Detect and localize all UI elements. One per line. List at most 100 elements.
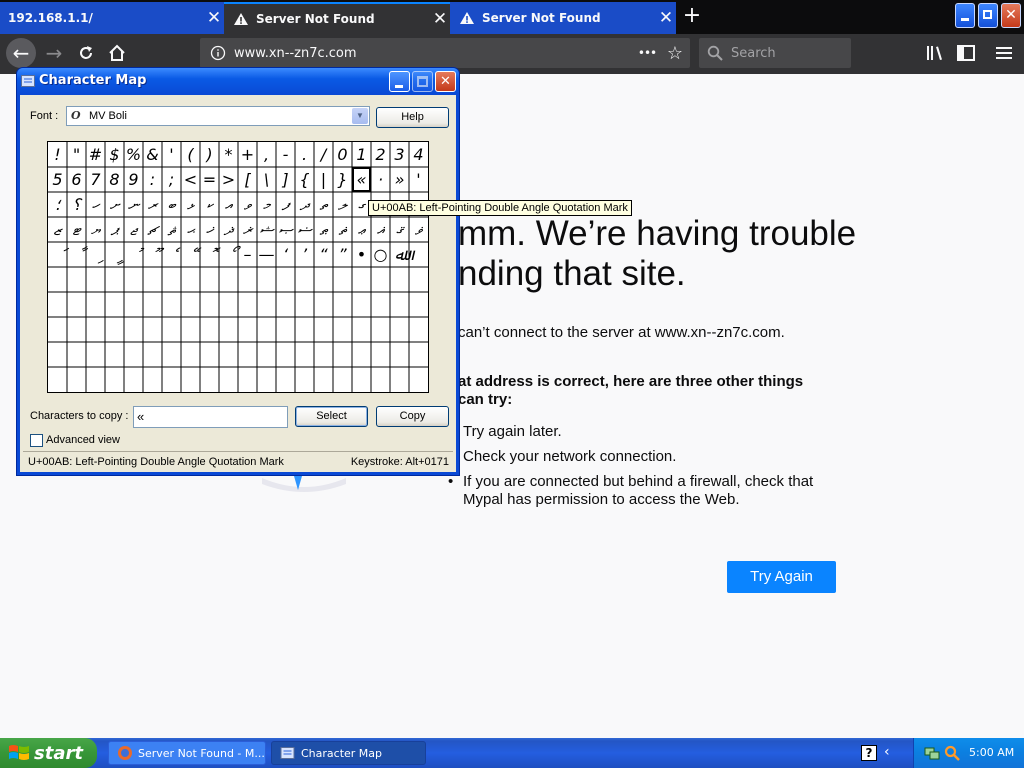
menu-button[interactable]: [990, 39, 1018, 67]
tab-router[interactable]: 192.168.1.1/ ✕: [0, 2, 224, 34]
character-cell[interactable]: ާ: [82, 246, 89, 252]
character-cell[interactable]: ޚ: [206, 220, 215, 239]
character-cell[interactable]: ޝ: [259, 220, 275, 239]
character-cell[interactable]: •: [357, 245, 366, 264]
character-cell[interactable]: ޒ: [53, 220, 63, 239]
character-cell[interactable]: 7: [90, 170, 101, 189]
character-cell[interactable]: ރ: [148, 195, 159, 214]
character-cell[interactable]: ޢ: [358, 220, 367, 239]
character-cell[interactable]: ވ: [244, 195, 253, 214]
character-cell[interactable]: ޓ: [72, 220, 82, 239]
character-cell[interactable]: ]: [281, 170, 288, 189]
url-bar[interactable]: www.xn--zn7c.com ••• ☆: [200, 38, 690, 68]
character-cell[interactable]: ނ: [128, 195, 141, 214]
chevron-down-icon[interactable]: ▼: [352, 108, 368, 124]
character-cell[interactable]: ޟ: [297, 220, 313, 239]
character-cell[interactable]: 0: [337, 145, 347, 164]
character-cell[interactable]: «: [357, 170, 367, 189]
character-cell[interactable]: ޥ: [415, 220, 424, 239]
restore-window-button[interactable]: [978, 3, 998, 28]
character-cell[interactable]: ,: [264, 145, 269, 164]
character-cell[interactable]: ށ: [110, 195, 122, 214]
sidebar-button[interactable]: [952, 39, 980, 67]
character-cell[interactable]: .: [302, 145, 307, 164]
character-cell[interactable]: ތ: [319, 195, 328, 214]
character-cell[interactable]: ޜ: [243, 220, 254, 239]
character-cell[interactable]: ޛ: [223, 220, 235, 239]
character-cell[interactable]: +: [241, 145, 254, 164]
close-icon[interactable]: ✕: [204, 8, 224, 28]
character-cell[interactable]: ު: [139, 247, 145, 252]
character-cell[interactable]: }: [337, 170, 347, 189]
character-cell[interactable]: [: [244, 170, 251, 189]
character-cell[interactable]: –: [244, 245, 252, 264]
character-map-titlebar[interactable]: Character Map ✕: [17, 68, 459, 95]
tab-server-not-found[interactable]: Server Not Found ✕: [450, 2, 676, 34]
character-grid[interactable]: ! " # $% & '() * +, -./0 1 2 3 4 5 6 7 8 9:; < = >[\]{|} «·» '…: [47, 141, 429, 393]
start-button[interactable]: start: [0, 738, 97, 768]
character-cell[interactable]: ޫ: [155, 247, 165, 252]
character-cell[interactable]: ‘: [283, 245, 289, 264]
select-button[interactable]: Select: [295, 406, 368, 427]
character-cell[interactable]: 1: [356, 145, 366, 164]
character-cell[interactable]: —: [259, 245, 275, 264]
character-cell[interactable]: ޔ: [91, 220, 102, 239]
character-cell[interactable]: ޘ: [167, 220, 176, 239]
info-icon[interactable]: [210, 45, 226, 61]
search-icon[interactable]: [944, 745, 960, 761]
back-button[interactable]: ←: [6, 38, 36, 68]
character-cell[interactable]: މ: [263, 195, 272, 214]
chevron-left-icon[interactable]: ‹: [884, 744, 890, 760]
character-cell[interactable]: 3: [394, 145, 404, 164]
character-cell[interactable]: ޤ: [396, 220, 405, 239]
character-cell[interactable]: ެ: [176, 247, 181, 252]
close-icon[interactable]: ✕: [656, 8, 676, 28]
character-cell[interactable]: ;: [169, 170, 174, 189]
character-cell[interactable]: ○: [374, 245, 388, 264]
character-cell[interactable]: :: [150, 170, 155, 189]
character-cell[interactable]: 9: [128, 170, 138, 189]
font-dropdown[interactable]: O MV Boli ▼: [66, 106, 370, 126]
character-cell[interactable]: ': [416, 170, 420, 189]
search-bar[interactable]: Search: [699, 38, 851, 68]
character-cell[interactable]: 4: [413, 145, 423, 164]
character-cell[interactable]: ި: [98, 260, 105, 264]
character-cell[interactable]: \: [264, 170, 269, 189]
character-cell[interactable]: ޞ: [278, 220, 294, 239]
home-button[interactable]: [103, 39, 131, 67]
new-tab-button[interactable]: +: [680, 4, 704, 30]
forward-button[interactable]: →: [40, 39, 68, 67]
character-cell[interactable]: *: [225, 145, 233, 164]
character-cell[interactable]: ﷲ: [395, 245, 416, 264]
help-button[interactable]: Help: [376, 107, 449, 128]
character-cell[interactable]: ީ: [117, 259, 125, 265]
character-cell[interactable]: $: [109, 145, 119, 164]
character-cell[interactable]: ޣ: [377, 220, 386, 239]
character-cell[interactable]: %: [126, 145, 141, 164]
character-cell[interactable]: ޖ: [130, 220, 139, 239]
character-cell[interactable]: »: [395, 170, 405, 189]
try-again-button[interactable]: Try Again: [727, 561, 836, 593]
character-cell[interactable]: ފ: [282, 195, 292, 214]
character-cell[interactable]: !: [54, 145, 60, 164]
character-cell[interactable]: ޯ: [233, 245, 242, 252]
help-icon[interactable]: ?: [861, 745, 877, 761]
character-cell[interactable]: ": [73, 145, 80, 164]
character-cell[interactable]: ޠ: [319, 220, 328, 239]
character-cell[interactable]: {: [299, 170, 309, 189]
character-cell[interactable]: ދ: [299, 195, 311, 214]
character-cell[interactable]: ޗ: [147, 220, 160, 239]
character-cell[interactable]: (: [187, 145, 194, 164]
minimize-button[interactable]: [389, 71, 410, 92]
character-cell[interactable]: 8: [109, 170, 119, 189]
character-cell[interactable]: ޡ: [338, 220, 347, 239]
character-cell[interactable]: 6: [71, 170, 81, 189]
character-cell[interactable]: &: [146, 145, 158, 164]
tab-server-not-found-active[interactable]: Server Not Found ✕: [224, 2, 450, 34]
taskbar-item-character-map[interactable]: Character Map: [271, 741, 426, 765]
page-actions-icon[interactable]: •••: [634, 46, 660, 60]
library-button[interactable]: [921, 39, 949, 67]
character-cell[interactable]: ކ: [206, 195, 214, 214]
character-cell[interactable]: |: [321, 170, 326, 189]
reload-button[interactable]: [72, 39, 100, 67]
